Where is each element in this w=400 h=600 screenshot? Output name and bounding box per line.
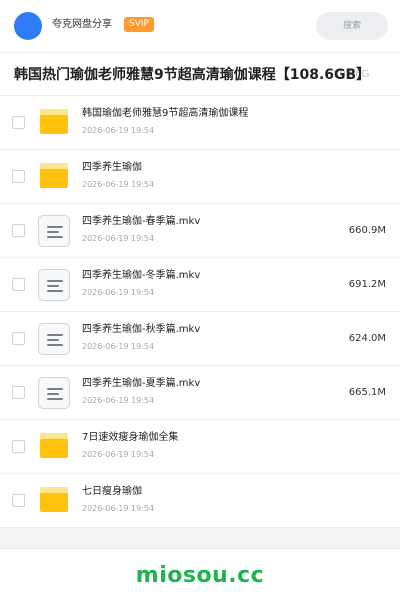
select-checkbox[interactable] <box>12 170 25 183</box>
file-date: 2026-06-19 19:54 <box>82 234 155 243</box>
svip-badge: SVIP <box>124 17 154 32</box>
page-title: 韩国热门瑜伽老师雅慧9节超高清瑜伽课程【108.6GB】 <box>14 67 371 83</box>
file-name[interactable]: 四季养生瑜伽-春季篇.mkv <box>82 215 200 229</box>
video-file-icon <box>38 377 70 409</box>
footer-bar: miosou.cc <box>0 548 400 600</box>
file-date: 2026-06-19 19:54 <box>82 180 155 189</box>
select-checkbox[interactable] <box>12 494 25 507</box>
brand-watermark: miosou.cc <box>135 563 265 588</box>
video-file-icon <box>38 269 70 301</box>
file-name[interactable]: 四季养生瑜伽 <box>82 161 142 175</box>
file-size: 660.9M <box>348 225 386 236</box>
header-bar: 夸克网盘分享 SVIP 搜索 <box>0 0 400 52</box>
file-row[interactable]: 四季养生瑜伽-冬季篇.mkv 2026-06-19 19:54 691.2M <box>0 258 400 312</box>
file-row[interactable]: 七日瘦身瑜伽 2026-06-19 19:54 <box>0 474 400 528</box>
file-row[interactable]: 四季养生瑜伽 2026-06-19 19:54 <box>0 150 400 204</box>
folder-icon <box>38 485 70 517</box>
file-row[interactable]: 四季养生瑜伽-夏季篇.mkv 2026-06-19 19:54 665.1M <box>0 366 400 420</box>
select-checkbox[interactable] <box>12 440 25 453</box>
file-name[interactable]: 四季养生瑜伽-秋季篇.mkv <box>82 323 200 337</box>
file-size: 691.2M <box>348 279 386 290</box>
file-name[interactable]: 7日速效瘦身瑜伽全集 <box>82 431 178 445</box>
search-button[interactable]: 搜索 <box>316 12 388 40</box>
file-date: 2026-06-19 19:54 <box>82 288 155 297</box>
select-checkbox[interactable] <box>12 332 25 345</box>
file-list: 韩国瑜伽老师雅慧9节超高清瑜伽课程 2026-06-19 19:54 四季养生瑜伽 2… <box>0 96 400 528</box>
file-date: 2026-06-19 19:54 <box>82 342 155 351</box>
folder-icon <box>38 431 70 463</box>
file-size: 624.0M <box>348 333 386 344</box>
avatar[interactable] <box>14 12 42 40</box>
select-checkbox[interactable] <box>12 278 25 291</box>
file-row[interactable]: 四季养生瑜伽-春季篇.mkv 2026-06-19 19:54 660.9M <box>0 204 400 258</box>
video-file-icon <box>38 323 70 355</box>
select-checkbox[interactable] <box>12 386 25 399</box>
folder-icon <box>38 107 70 139</box>
file-row[interactable]: 韩国瑜伽老师雅慧9节超高清瑜伽课程 2026-06-19 19:54 <box>0 96 400 150</box>
file-date: 2026-06-19 19:54 <box>82 450 155 459</box>
file-date: 2026-06-19 19:54 <box>82 396 155 405</box>
file-name[interactable]: 七日瘦身瑜伽 <box>82 485 142 499</box>
share-page: 夸克网盘分享 SVIP 搜索 108.6G 韩国热门瑜伽老师雅慧9节超高清瑜伽课… <box>0 0 400 600</box>
video-file-icon <box>38 215 70 247</box>
file-name[interactable]: 韩国瑜伽老师雅慧9节超高清瑜伽课程 <box>82 107 248 121</box>
share-owner-name: 夸克网盘分享 <box>52 19 112 30</box>
file-name[interactable]: 四季养生瑜伽-夏季篇.mkv <box>82 377 200 391</box>
file-size: 665.1M <box>348 387 386 398</box>
file-date: 2026-06-19 19:54 <box>82 504 155 513</box>
file-row[interactable]: 7日速效瘦身瑜伽全集 2026-06-19 19:54 <box>0 420 400 474</box>
file-date: 2026-06-19 19:54 <box>82 126 155 135</box>
select-checkbox[interactable] <box>12 224 25 237</box>
title-bar: 108.6G 韩国热门瑜伽老师雅慧9节超高清瑜伽课程【108.6GB】 <box>0 52 400 96</box>
select-checkbox[interactable] <box>12 116 25 129</box>
file-name[interactable]: 四季养生瑜伽-冬季篇.mkv <box>82 269 200 283</box>
folder-icon <box>38 161 70 193</box>
file-row[interactable]: 四季养生瑜伽-秋季篇.mkv 2026-06-19 19:54 624.0M <box>0 312 400 366</box>
